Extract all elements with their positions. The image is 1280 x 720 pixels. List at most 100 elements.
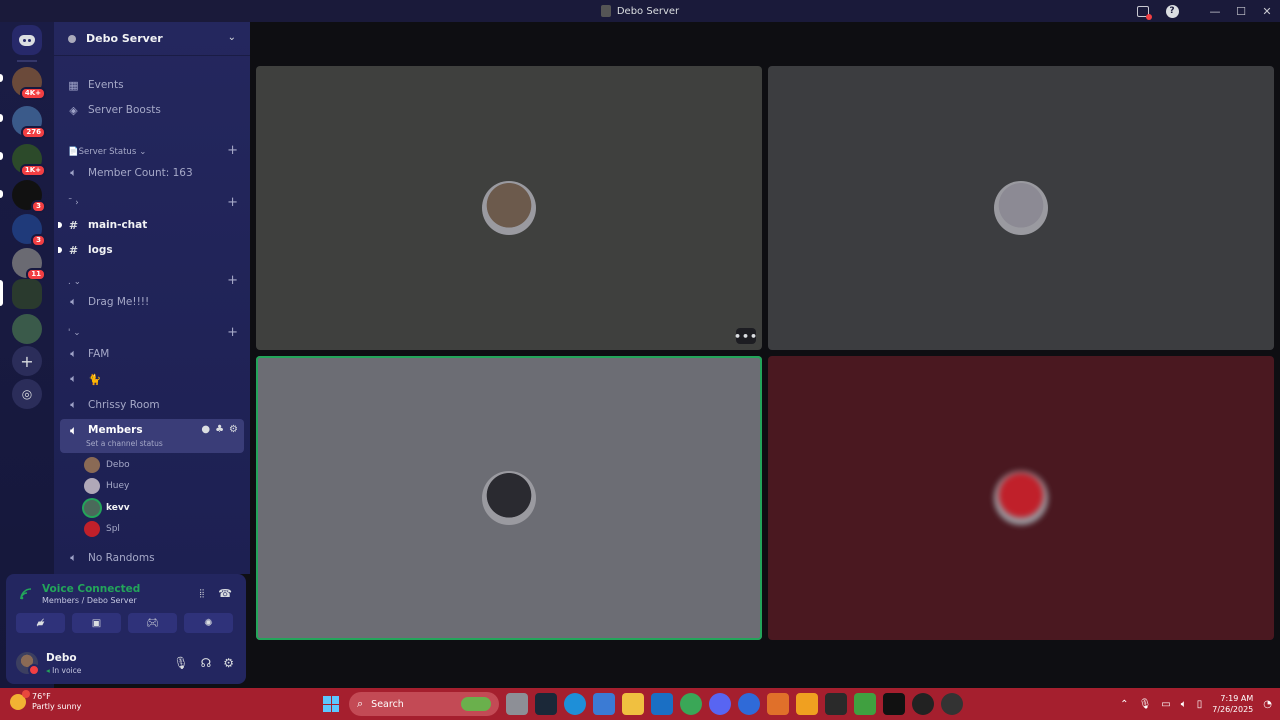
network-icon[interactable]: ▭ [1161, 699, 1170, 710]
file-explorer-icon[interactable] [622, 693, 644, 715]
weather-widget[interactable]: 76°F Partly sunny [10, 690, 81, 712]
participant-tile[interactable] [768, 66, 1274, 350]
category-3[interactable]: . ⌄ [68, 277, 81, 287]
steam-icon[interactable] [535, 693, 557, 715]
gear-icon[interactable]: ⚙ [223, 656, 234, 670]
compass-icon: ◎ [21, 387, 33, 401]
voice-member[interactable]: Spl [84, 520, 120, 538]
add-member-icon[interactable]: ♣ [215, 424, 224, 435]
battery-icon[interactable]: ▯ [1197, 699, 1203, 710]
server-header[interactable]: Debo Server ⌄ [54, 22, 250, 56]
search-box[interactable]: ⌕ Search [349, 692, 499, 716]
app-icon[interactable] [912, 693, 934, 715]
microphone-icon[interactable]: 🎙︎ [1139, 699, 1152, 710]
close-button[interactable]: ✕ [1254, 0, 1280, 22]
voice-member[interactable]: Huey [84, 477, 129, 495]
start-button[interactable] [320, 693, 342, 715]
category-4[interactable]: ' ⌄ [68, 328, 80, 338]
disconnect-icon[interactable]: ☎ [218, 587, 232, 601]
maximize-button[interactable]: ☐ [1228, 0, 1254, 22]
inbox-button[interactable] [1130, 0, 1156, 22]
chrome-icon[interactable] [680, 693, 702, 715]
volume-icon[interactable]: 🔈︎ [1181, 699, 1187, 710]
server-icon-4[interactable]: 3 [12, 180, 46, 213]
sidebar-item-events[interactable]: ▦ Events [60, 74, 244, 96]
noise-suppression-icon[interactable]: ⦙⦙ [199, 587, 204, 601]
app-icon[interactable] [796, 693, 818, 715]
channel-fam[interactable]: 🔈︎ FAM [60, 343, 244, 365]
add-server-button[interactable]: + [12, 346, 42, 376]
channel-members[interactable]: 🔈︎ Members Set a channel status ● ♣ ⚙ [60, 419, 244, 453]
edge-icon[interactable] [564, 693, 586, 715]
create-channel-button[interactable]: + [227, 325, 238, 340]
channel-chrissy-room[interactable]: 🔈︎ Chrissy Room [60, 394, 244, 416]
gear-icon[interactable]: ⚙ [229, 424, 238, 435]
server-icon-6[interactable]: 11 [12, 248, 46, 281]
channel-no-randoms[interactable]: 🔈︎ No Randoms [60, 547, 244, 569]
chat-bubble-icon[interactable]: ● [201, 424, 210, 435]
app-icon[interactable] [883, 693, 905, 715]
create-channel-button[interactable]: + [227, 273, 238, 288]
channel-label: Member Count: 163 [88, 167, 193, 179]
chevron-up-icon[interactable]: ⌃ [1120, 699, 1128, 710]
channel-logs[interactable]: # logs [58, 239, 244, 261]
microphone-icon[interactable]: 🎙︎ [173, 656, 188, 670]
app-icon[interactable] [854, 693, 876, 715]
server-icon-debo-server[interactable] [12, 279, 42, 309]
task-view-icon[interactable] [506, 693, 528, 715]
voice-connected-title[interactable]: Voice Connected [42, 583, 140, 595]
server-icon-2[interactable]: 276 [12, 106, 46, 139]
app-icon[interactable] [825, 693, 847, 715]
app-icon[interactable] [738, 693, 760, 715]
activities-button[interactable]: 🎮︎ [128, 613, 177, 633]
channel-label: FAM [88, 348, 110, 360]
user-name[interactable]: Debo [46, 652, 77, 664]
user-status: ◂ In voice [46, 666, 82, 675]
soundboard-button[interactable]: ✺ [184, 613, 233, 633]
server-icon-3[interactable]: 1K+ [12, 144, 46, 177]
voice-connected-subtitle[interactable]: Members / Debo Server [42, 596, 137, 605]
mention-badge: 4K+ [19, 87, 46, 100]
create-channel-button[interactable]: + [227, 143, 238, 158]
server-icon-8[interactable] [12, 314, 42, 344]
help-button[interactable]: ? [1156, 0, 1188, 22]
participant-tile[interactable] [768, 356, 1274, 640]
participant-tile[interactable] [256, 356, 762, 640]
app-icon[interactable] [767, 693, 789, 715]
avatar[interactable] [16, 652, 40, 676]
channel-drag-me[interactable]: 🔈︎ Drag Me!!!! [60, 291, 244, 313]
more-options-button[interactable]: ••• [734, 328, 757, 344]
voice-member[interactable]: Debo [84, 456, 130, 474]
minimize-button[interactable]: — [1202, 0, 1228, 22]
channel-status[interactable]: Set a channel status [86, 439, 163, 448]
notification-icon[interactable]: ◔ [1263, 699, 1272, 710]
category-server-status[interactable]: 📄Server Status ⌄ [68, 147, 146, 157]
discover-button[interactable]: ◎ [12, 379, 42, 409]
server-icon-5[interactable]: 3 [12, 214, 46, 247]
chevron-down-icon: ⌄ [227, 32, 236, 43]
app-icon[interactable] [941, 693, 963, 715]
channel-label: logs [88, 244, 113, 256]
create-channel-button[interactable]: + [227, 195, 238, 210]
discord-icon[interactable] [709, 693, 731, 715]
time: 7:19 AM [1220, 694, 1254, 703]
camera-off-button[interactable]: ▰̸ [16, 613, 65, 633]
unread-indicator [58, 222, 62, 228]
voice-member[interactable]: kevv [84, 499, 130, 517]
channel-member-count[interactable]: 🔈︎ Member Count: 163 [60, 162, 244, 184]
sidebar-item-label: Events [88, 79, 124, 91]
store-icon[interactable] [593, 693, 615, 715]
signal-icon[interactable] [20, 588, 32, 600]
channel-emoji[interactable]: 🔈︎ 🐈 [60, 368, 244, 390]
sidebar-item-server-boosts[interactable]: ◈ Server Boosts [60, 99, 244, 121]
server-icon-1[interactable]: 4K+ [12, 67, 46, 100]
help-icon: ? [1165, 4, 1179, 18]
screen-share-button[interactable]: ▣ [72, 613, 121, 633]
outlook-icon[interactable] [651, 693, 673, 715]
clock[interactable]: 7:19 AM 7/26/2025 [1212, 693, 1253, 715]
home-button[interactable] [12, 25, 42, 55]
category-2[interactable]: ˜ › [68, 198, 79, 208]
headphones-icon[interactable]: ☊ [201, 656, 212, 670]
participant-tile[interactable]: ••• [256, 66, 762, 350]
channel-main-chat[interactable]: # main-chat [58, 214, 244, 236]
